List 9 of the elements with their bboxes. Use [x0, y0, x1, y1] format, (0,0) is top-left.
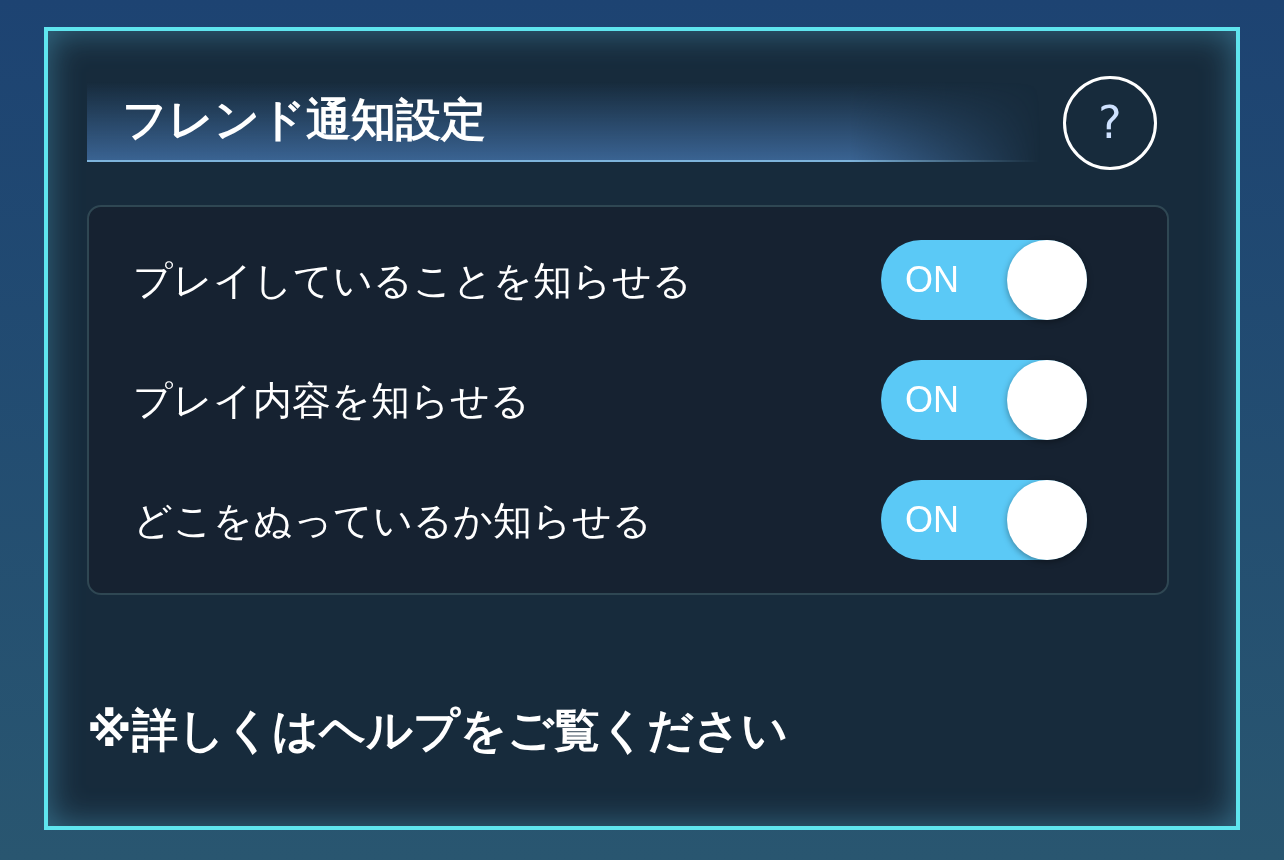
toggle-switch[interactable]: ON [881, 360, 1087, 440]
toggle-switch[interactable]: ON [881, 480, 1087, 560]
help-button[interactable]: ? [1063, 76, 1157, 170]
setting-label: プレイしていることを知らせる [133, 260, 692, 300]
dialog-title: フレンド通知設定 [122, 96, 486, 142]
setting-label: プレイ内容を知らせる [133, 380, 530, 420]
setting-label: どこをぬっているか知らせる [133, 500, 652, 540]
toggle-switch[interactable]: ON [881, 240, 1087, 320]
help-note: ※詳しくはヘルプをご覧ください [87, 707, 788, 753]
